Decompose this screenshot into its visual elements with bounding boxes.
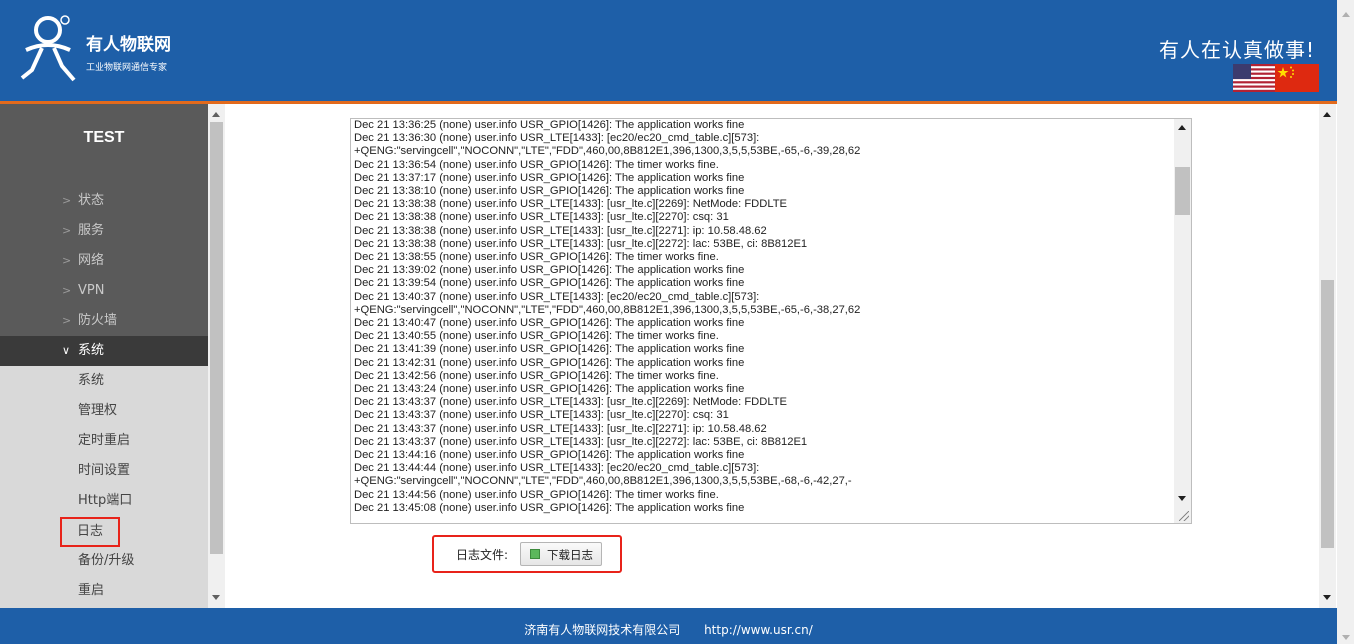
menu-item-network[interactable]: > 网络 (0, 246, 208, 276)
page-header: 有人物联网 工业物联网通信专家 有人在认真做事! (0, 0, 1337, 104)
submenu-item-system[interactable]: 系统 (0, 366, 208, 396)
device-title: TEST (0, 104, 208, 172)
chevron-down-icon: ∨ (62, 344, 71, 357)
menu-item-firewall[interactable]: > 防火墙 (0, 306, 208, 336)
menu-item-label: 服务 (78, 223, 105, 238)
download-log-button[interactable]: 下载日志 (520, 542, 602, 566)
company-logo-icon (20, 15, 76, 82)
page-footer: 济南有人物联网技术有限公司 http://www.usr.cn/ (0, 608, 1337, 644)
content-scrollbar[interactable] (1319, 104, 1336, 608)
chevron-right-icon: > (62, 224, 72, 237)
company-name: 济南有人物联网技术有限公司 (524, 623, 681, 637)
scroll-up-icon[interactable] (212, 112, 220, 117)
chevron-right-icon: > (62, 194, 72, 207)
menu-item-label: 防火墙 (78, 313, 118, 328)
menu-item-status[interactable]: > 状态 (0, 186, 208, 216)
scrollbar-thumb[interactable] (1321, 280, 1334, 548)
chevron-right-icon: > (62, 254, 72, 267)
menu-item-label: 系统 (78, 343, 105, 358)
sidebar: TEST > 状态 > 服务 > 网络 > VPN > 防火墙 ∨ 系统 系统 … (0, 104, 208, 608)
menu-item-label: 网络 (78, 253, 105, 268)
submenu-item-log[interactable]: 日志 (0, 516, 208, 547)
log-file-label: 日志文件: (456, 548, 509, 562)
log-textarea[interactable]: Dec 21 13:36:25 (none) user.info USR_GPI… (350, 118, 1192, 524)
sidebar-scrollbar[interactable] (208, 104, 225, 608)
scroll-up-icon[interactable] (1178, 125, 1186, 130)
slogan: 有人在认真做事! (1158, 38, 1315, 62)
scroll-down-icon[interactable] (1342, 635, 1350, 640)
scroll-down-icon[interactable] (1178, 496, 1186, 501)
submenu-item-backup-upgrade[interactable]: 备份/升级 (0, 546, 208, 576)
scrollbar-thumb[interactable] (1175, 167, 1190, 215)
menu-item-label: 状态 (78, 193, 105, 208)
scroll-down-icon[interactable] (1323, 595, 1331, 600)
window-scrollbar[interactable] (1337, 0, 1354, 644)
resize-handle-icon[interactable] (1179, 511, 1189, 521)
download-icon (530, 549, 540, 559)
submenu-item-http-port[interactable]: Http端口 (0, 486, 208, 516)
company-url[interactable]: http://www.usr.cn/ (704, 623, 813, 637)
log-scrollbar[interactable] (1174, 119, 1191, 523)
brand-name: 有人物联网 (86, 35, 171, 55)
submenu-item-time-settings[interactable]: 时间设置 (0, 456, 208, 486)
scroll-down-icon[interactable] (212, 595, 220, 600)
chevron-right-icon: > (62, 314, 72, 327)
menu-item-system[interactable]: ∨ 系统 (0, 336, 208, 366)
log-download-area: 日志文件: 下载日志 (432, 535, 622, 573)
submenu-item-scheduled-reboot[interactable]: 定时重启 (0, 426, 208, 456)
scrollbar-thumb[interactable] (210, 122, 223, 554)
scroll-up-icon[interactable] (1323, 112, 1331, 117)
menu-item-vpn[interactable]: > VPN (0, 276, 208, 306)
cn-flag-icon[interactable] (1275, 64, 1319, 92)
log-content: Dec 21 13:36:25 (none) user.info USR_GPI… (354, 119, 861, 514)
submenu-item-reboot[interactable]: 重启 (0, 576, 208, 606)
chevron-right-icon: > (62, 284, 72, 297)
menu-item-services[interactable]: > 服务 (0, 216, 208, 246)
scroll-up-icon[interactable] (1342, 12, 1350, 17)
us-flag-icon[interactable] (1233, 64, 1275, 92)
menu-item-label: VPN (78, 283, 105, 298)
submenu-item-admin[interactable]: 管理权 (0, 396, 208, 426)
brand-subtitle: 工业物联网通信专家 (86, 63, 168, 73)
